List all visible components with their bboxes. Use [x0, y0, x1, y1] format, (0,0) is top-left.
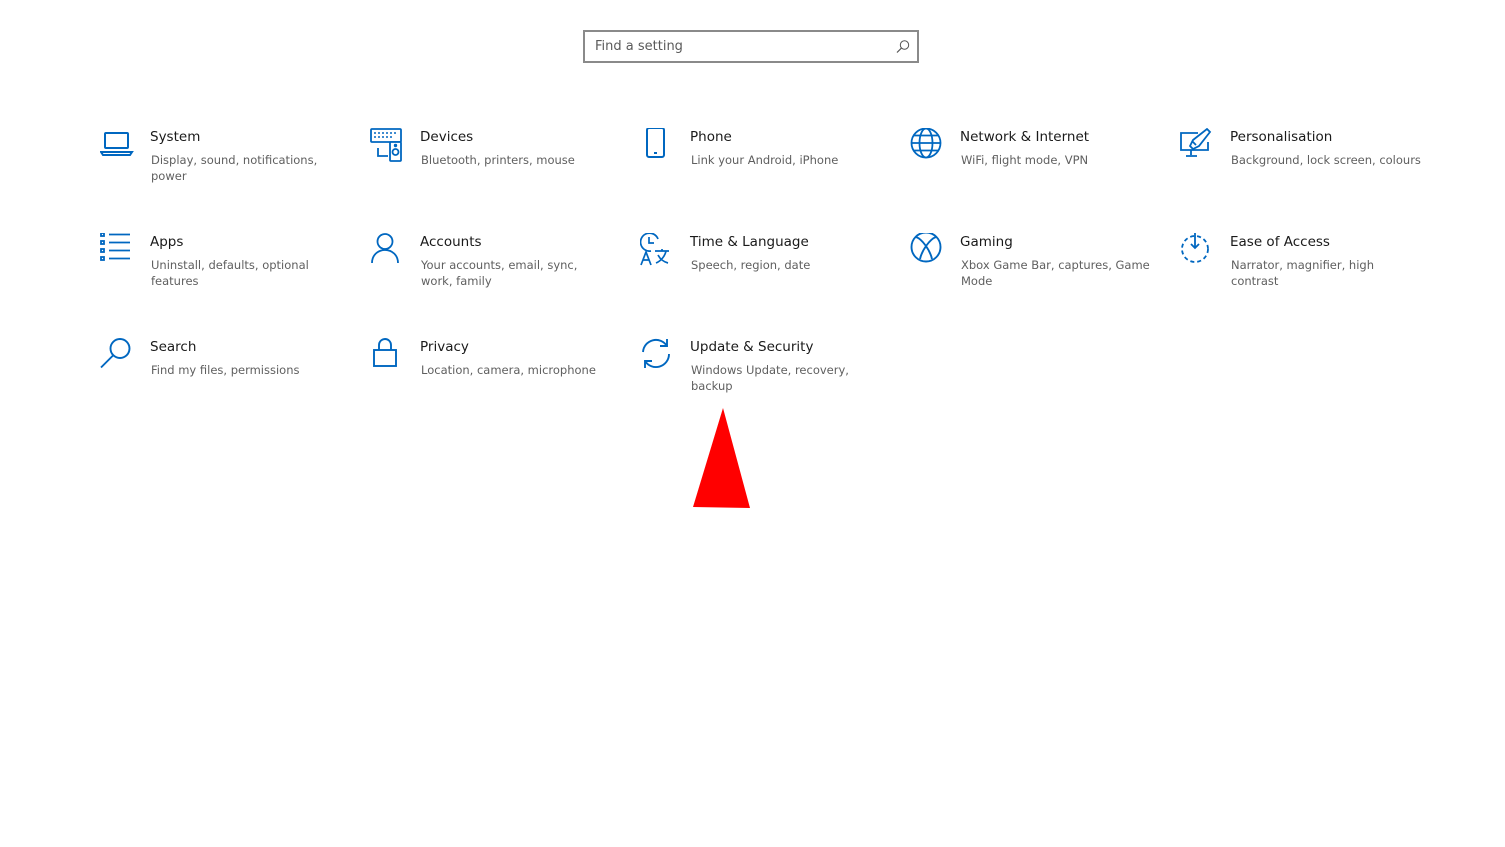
category-tile-phone[interactable]: Phone Link your Android, iPhone — [640, 128, 890, 218]
category-tile-devices[interactable]: Devices Bluetooth, printers, mouse — [370, 128, 620, 218]
category-tile-ease-of-access[interactable]: Ease of Access Narrator, magnifier, high… — [1180, 233, 1430, 323]
category-tile-apps[interactable]: Apps Uninstall, defaults, optional featu… — [100, 233, 350, 323]
category-title: Devices — [420, 129, 474, 145]
category-description: WiFi, flight mode, VPN — [961, 153, 1089, 167]
category-description: Xbox Game Bar, captures, Game Mode — [961, 258, 1150, 288]
ease-of-access-icon — [1181, 233, 1209, 263]
search-icon[interactable] — [895, 39, 911, 55]
category-tile-time-language[interactable]: Time & Language Speech, region, date — [640, 233, 890, 323]
search-box[interactable] — [583, 30, 919, 63]
category-title: Ease of Access — [1230, 234, 1330, 250]
category-title: Personalisation — [1230, 129, 1333, 145]
category-description: Background, lock screen, colours — [1231, 153, 1421, 167]
magnifier-icon — [100, 338, 131, 369]
person-icon — [371, 233, 399, 264]
category-tile-accounts[interactable]: Accounts Your accounts, email, sync, wor… — [370, 233, 620, 323]
clock-language-icon — [640, 233, 669, 266]
category-title: Privacy — [420, 339, 469, 355]
category-tile-privacy[interactable]: Privacy Location, camera, microphone — [370, 338, 620, 428]
category-tile-system[interactable]: System Display, sound, notifications, po… — [100, 128, 350, 218]
category-title: Search — [150, 339, 197, 355]
search-input[interactable] — [585, 32, 895, 61]
category-description: Display, sound, notifications, power — [151, 153, 318, 183]
category-title: System — [150, 129, 201, 145]
category-title: Phone — [690, 129, 732, 145]
category-description: Bluetooth, printers, mouse — [421, 153, 575, 167]
category-title: Apps — [150, 234, 184, 250]
category-description: Speech, region, date — [691, 258, 811, 272]
category-description: Uninstall, defaults, optional features — [151, 258, 309, 288]
globe-icon — [910, 128, 942, 159]
category-description: Location, camera, microphone — [421, 363, 596, 377]
lock-icon — [373, 338, 397, 367]
sync-arrows-icon — [642, 338, 670, 368]
xbox-icon — [910, 233, 942, 263]
category-tile-search[interactable]: Search Find my files, permissions — [100, 338, 350, 428]
app-list-icon — [100, 233, 130, 261]
category-title: Accounts — [420, 234, 482, 250]
category-title: Gaming — [960, 234, 1013, 250]
keyboard-speaker-icon — [370, 128, 402, 162]
paint-monitor-icon — [1180, 128, 1212, 157]
category-description: Windows Update, recovery, backup — [691, 363, 849, 393]
red-triangle-marker — [693, 408, 750, 508]
category-description: Your accounts, email, sync, work, family — [421, 258, 578, 288]
category-tile-personalisation[interactable]: Personalisation Background, lock screen,… — [1180, 128, 1430, 218]
category-tile-gaming[interactable]: Gaming Xbox Game Bar, captures, Game Mod… — [910, 233, 1160, 323]
category-description: Narrator, magnifier, high contrast — [1231, 258, 1374, 288]
category-title: Update & Security — [690, 339, 814, 355]
laptop-icon — [100, 132, 134, 156]
category-tile-network[interactable]: Network & Internet WiFi, flight mode, VP… — [910, 128, 1160, 218]
phone-icon — [646, 128, 665, 158]
category-tile-update-security[interactable]: Update & Security Windows Update, recove… — [640, 338, 890, 428]
category-title: Time & Language — [690, 234, 809, 250]
category-title: Network & Internet — [960, 129, 1090, 145]
category-description: Find my files, permissions — [151, 363, 300, 377]
category-description: Link your Android, iPhone — [691, 153, 839, 167]
